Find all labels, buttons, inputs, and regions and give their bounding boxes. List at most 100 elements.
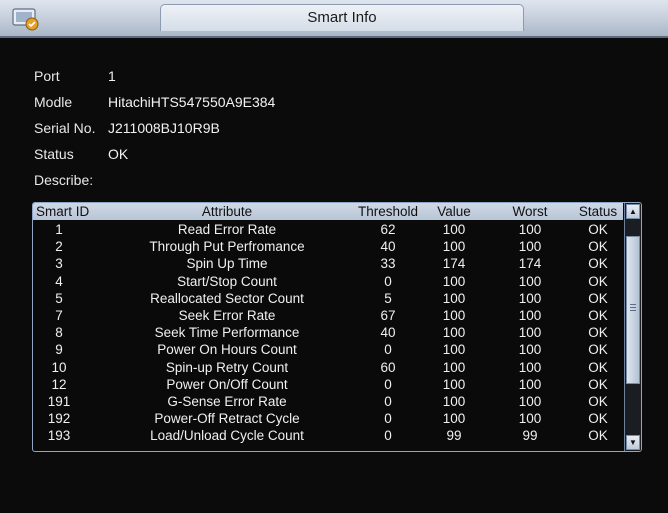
cell-value: 100 [442,325,466,341]
cell-worst: 100 [518,411,542,427]
cell-smart-id: 7 [55,307,63,323]
cell-threshold: 33 [380,256,396,272]
table-row[interactable]: 4 Start/Stop Count 0 100 100 OK [33,273,623,290]
cell-status: OK [588,239,608,255]
cell-smart-id: 192 [47,411,71,427]
port-row: Port 1 [34,65,275,91]
cell-threshold: 40 [380,325,396,341]
table-row[interactable]: 12 Power On/Off Count 0 100 100 OK [33,376,623,393]
describe-row: Describe: [34,169,275,195]
table-header: Smart ID Attribute Threshold Value Worst… [33,203,623,220]
cell-status: OK [588,359,608,375]
cell-worst: 174 [518,256,542,272]
scroll-up-icon[interactable]: ▲ [626,204,640,219]
cell-worst: 100 [518,342,542,358]
cell-value: 100 [442,307,466,323]
header-status: Status [578,204,618,219]
cell-attribute: Start/Stop Count [177,273,277,289]
cell-status: OK [588,222,608,237]
cell-worst: 100 [518,393,542,409]
cell-threshold: 5 [384,290,392,306]
cell-status: OK [588,411,608,427]
footer-area [0,470,668,513]
cell-attribute: Power On Hours Count [157,342,297,358]
cell-smart-id: 12 [51,376,67,392]
title-bar: Smart Info [0,0,668,38]
table-row[interactable]: 7 Seek Error Rate 67 100 100 OK [33,307,623,324]
cell-attribute: Power-Off Retract Cycle [154,411,300,427]
cell-value: 100 [442,376,466,392]
table-row[interactable]: 1 Read Error Rate 62 100 100 OK [33,221,623,238]
header-smart-id: Smart ID [36,204,90,219]
cell-status: OK [588,393,608,409]
cell-value: 100 [442,239,466,255]
cell-value: 174 [442,256,466,272]
cell-smart-id: 193 [47,428,71,444]
cell-value: 100 [442,342,466,358]
cell-worst: 100 [518,222,542,237]
serial-value: J211008BJ10R9B [108,120,220,136]
thumb-grip [630,310,636,311]
cell-value: 100 [442,290,466,306]
cell-smart-id: 10 [51,359,67,375]
scroll-thumb[interactable] [626,236,640,384]
table-row[interactable]: 191 G-Sense Error Rate 0 100 100 OK [33,393,623,410]
thumb-grip [630,304,636,305]
cell-status: OK [588,325,608,341]
table-row[interactable]: 10 Spin-up Retry Count 60 100 100 OK [33,359,623,376]
model-row: Modle HitachiHTS547550A9E384 [34,91,275,117]
cell-attribute: Spin Up Time [186,256,268,272]
table-row[interactable]: 192 Power-Off Retract Cycle 0 100 100 OK [33,410,623,427]
cell-value: 100 [442,222,466,237]
cell-smart-id: 1 [55,222,63,237]
table-body[interactable]: 1 Read Error Rate 62 100 100 OK 2 Through Put P… [33,221,623,451]
scroll-down-icon[interactable]: ▼ [626,435,640,450]
cell-threshold: 0 [384,342,392,358]
cell-smart-id: 191 [47,393,71,409]
cell-threshold: 0 [384,273,392,289]
cell-threshold: 60 [380,359,396,375]
cell-attribute: Reallocated Sector Count [150,290,304,306]
cell-status: OK [588,273,608,289]
hard-disk-icon [12,8,39,31]
header-attribute: Attribute [201,204,253,219]
table-row[interactable]: 193 Load/Unload Cycle Count 0 99 99 OK [33,427,623,444]
cell-attribute: G-Sense Error Rate [167,393,287,409]
cell-attribute: Through Put Perfromance [149,239,305,255]
serial-label: Serial No. [34,120,96,136]
table-row[interactable]: 5 Reallocated Sector Count 5 100 100 OK [33,290,623,307]
disk-info: Port 1 Modle HitachiHTS547550A9E384 Serial… [34,65,275,195]
table-row[interactable]: 2 Through Put Perfromance 40 100 100 OK [33,238,623,255]
cell-worst: 99 [522,428,538,444]
cell-status: OK [588,307,608,323]
cell-value: 100 [442,411,466,427]
cell-threshold: 0 [384,393,392,409]
cell-status: OK [588,376,608,392]
header-threshold: Threshold [357,204,419,219]
table-row[interactable]: 9 Power On Hours Count 0 100 100 OK [33,341,623,358]
table-scrollbar[interactable]: ▲ ▼ [624,203,641,451]
header-worst: Worst [512,204,548,219]
cell-smart-id: 8 [55,325,63,341]
cell-threshold: 0 [384,411,392,427]
cell-attribute: Load/Unload Cycle Count [150,428,304,444]
window-title: Smart Info [160,4,524,31]
status-row: Status OK [34,143,275,169]
cell-threshold: 62 [380,222,396,237]
cell-value: 100 [442,273,466,289]
cell-worst: 100 [518,307,542,323]
model-value: HitachiHTS547550A9E384 [108,94,276,110]
status-value: OK [108,146,129,162]
cell-threshold: 0 [384,376,392,392]
port-value: 1 [108,68,116,84]
table-row[interactable]: 8 Seek Time Performance 40 100 100 OK [33,324,623,341]
describe-label: Describe: [34,172,94,188]
cell-worst: 100 [518,273,542,289]
table-row[interactable]: 3 Spin Up Time 33 174 174 OK [33,255,623,272]
cell-worst: 100 [518,376,542,392]
cell-worst: 100 [518,325,542,341]
header-value: Value [437,204,471,219]
cell-status: OK [588,342,608,358]
cell-smart-id: 3 [55,256,63,272]
cell-attribute: Read Error Rate [177,222,277,237]
